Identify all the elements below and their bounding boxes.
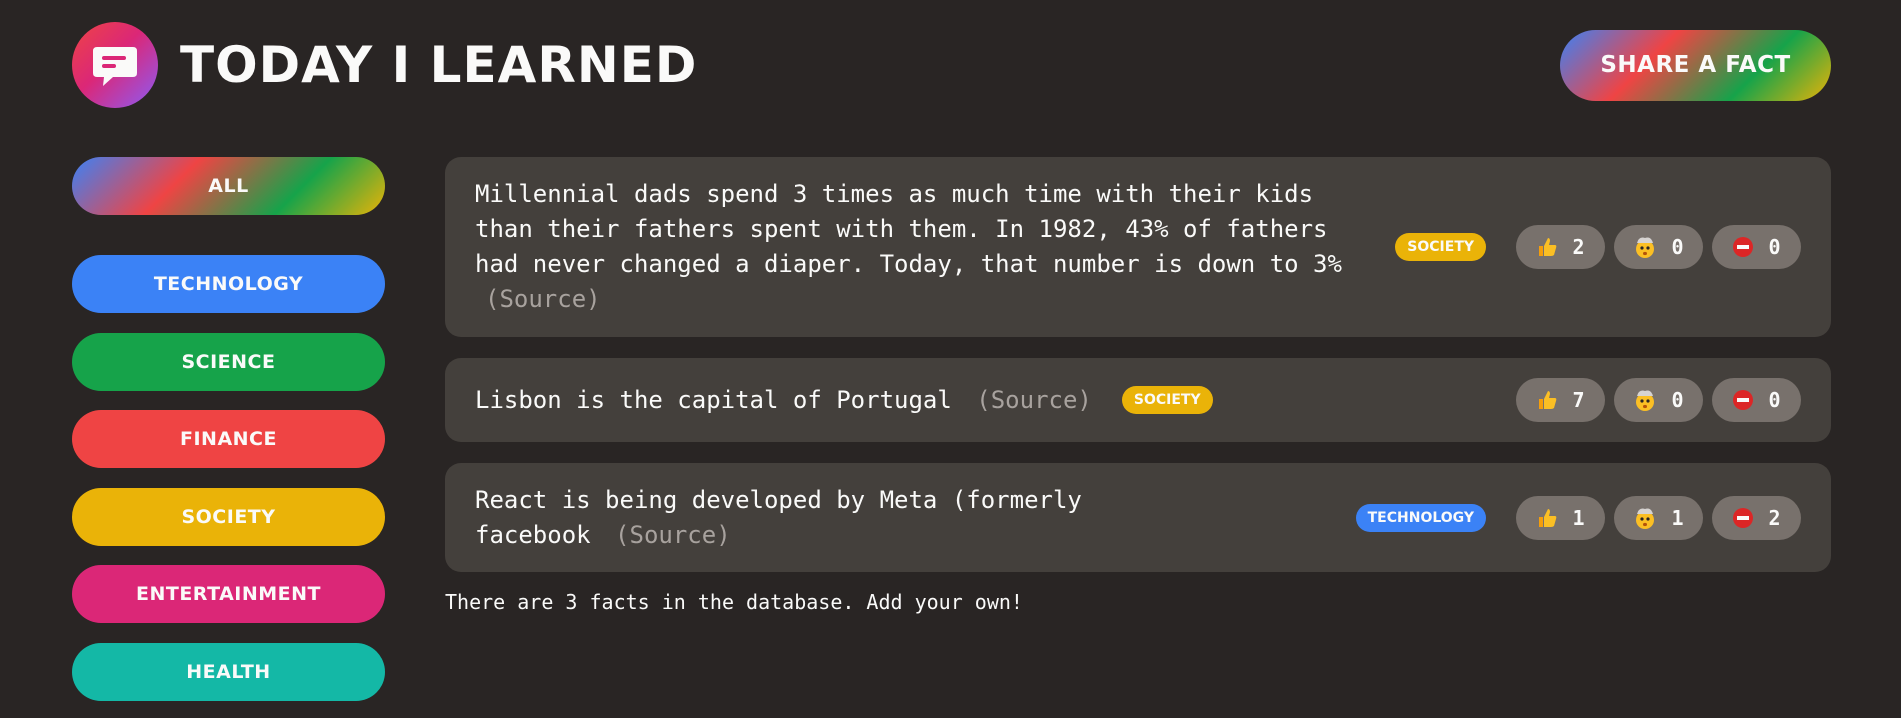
logo <box>72 22 158 108</box>
fact-source-link[interactable]: (Source) <box>615 521 731 549</box>
brand: Today I Learned <box>72 22 697 108</box>
vote-false-button[interactable]: 0 <box>1712 378 1801 422</box>
vote-interesting-count: 1 <box>1572 505 1585 530</box>
exploding-head-icon <box>1633 235 1657 259</box>
vote-false-count: 0 <box>1768 388 1781 412</box>
no-entry-icon <box>1732 389 1754 411</box>
vote-interesting-button[interactable]: 1 <box>1516 495 1605 540</box>
vote-false-button[interactable]: 2 <box>1712 495 1801 540</box>
vote-interesting-button[interactable]: 7 <box>1516 378 1605 422</box>
category-entertainment-button[interactable]: Entertainment <box>72 565 385 623</box>
exploding-head-icon <box>1633 388 1657 412</box>
vote-buttons: 7 0 0 <box>1516 378 1801 422</box>
fact-text-container: React is being developed by Meta (former… <box>475 483 1115 553</box>
vote-false-count: 2 <box>1768 505 1781 530</box>
category-technology-button[interactable]: Technology <box>72 255 385 313</box>
no-entry-icon <box>1732 236 1754 258</box>
vote-mindblowing-button[interactable]: 0 <box>1614 225 1703 269</box>
header: Today I Learned Share a fact <box>72 22 1831 108</box>
fact-text: React is being developed by Meta (former… <box>475 485 1082 549</box>
vote-buttons: 2 0 0 <box>1516 225 1801 269</box>
category-list: Technology Science Finance Society Enter… <box>72 255 385 701</box>
thumbs-up-icon <box>1536 389 1558 411</box>
no-entry-icon <box>1732 507 1754 529</box>
fact-item: Millennial dads spend 3 times as much ti… <box>445 157 1831 337</box>
message-bubble-icon <box>93 47 137 86</box>
category-health-button[interactable]: Health <box>72 642 385 701</box>
vote-mindblowing-count: 1 <box>1671 505 1684 530</box>
fact-item: Lisbon is the capital of Portugal (Sourc… <box>445 358 1831 442</box>
app-title: Today I Learned <box>180 36 698 94</box>
vote-mindblowing-button[interactable]: 0 <box>1614 378 1703 422</box>
category-sidebar: All Technology Science Finance Society E… <box>72 157 385 718</box>
vote-interesting-button[interactable]: 2 <box>1516 225 1605 269</box>
fact-text: Lisbon is the capital of Portugal <box>475 385 952 414</box>
category-finance-button[interactable]: Finance <box>72 410 385 468</box>
exploding-head-icon <box>1633 506 1657 530</box>
vote-mindblowing-count: 0 <box>1671 388 1684 412</box>
vote-false-button[interactable]: 0 <box>1712 225 1801 269</box>
category-all-button[interactable]: All <box>72 157 385 215</box>
fact-text-container: Lisbon is the capital of Portugal (Sourc… <box>475 383 1092 418</box>
vote-buttons: 1 1 2 <box>1516 495 1801 540</box>
fact-source-link[interactable]: (Source) <box>976 386 1092 414</box>
thumbs-up-icon <box>1536 507 1558 529</box>
facts-count-message: There are 3 facts in the database. Add y… <box>445 590 1023 614</box>
category-science-button[interactable]: Science <box>72 332 385 391</box>
category-tag: Technology <box>1355 503 1486 532</box>
vote-false-count: 0 <box>1768 235 1781 259</box>
share-fact-button[interactable]: Share a fact <box>1560 29 1831 101</box>
category-tag: Society <box>1121 386 1213 414</box>
thumbs-up-icon <box>1536 236 1558 258</box>
fact-source-link[interactable]: (Source) <box>485 285 601 313</box>
category-society-button[interactable]: Society <box>72 487 385 546</box>
vote-interesting-count: 2 <box>1572 235 1585 259</box>
fact-item: React is being developed by Meta (former… <box>445 463 1831 572</box>
vote-interesting-count: 7 <box>1572 388 1585 412</box>
vote-mindblowing-count: 0 <box>1671 235 1684 259</box>
vote-mindblowing-button[interactable]: 1 <box>1614 495 1703 540</box>
fact-text: Millennial dads spend 3 times as much ti… <box>475 180 1342 278</box>
fact-text-container: Millennial dads spend 3 times as much ti… <box>475 177 1355 317</box>
category-tag: Society <box>1395 233 1486 261</box>
facts-list: Millennial dads spend 3 times as much ti… <box>445 157 1831 593</box>
